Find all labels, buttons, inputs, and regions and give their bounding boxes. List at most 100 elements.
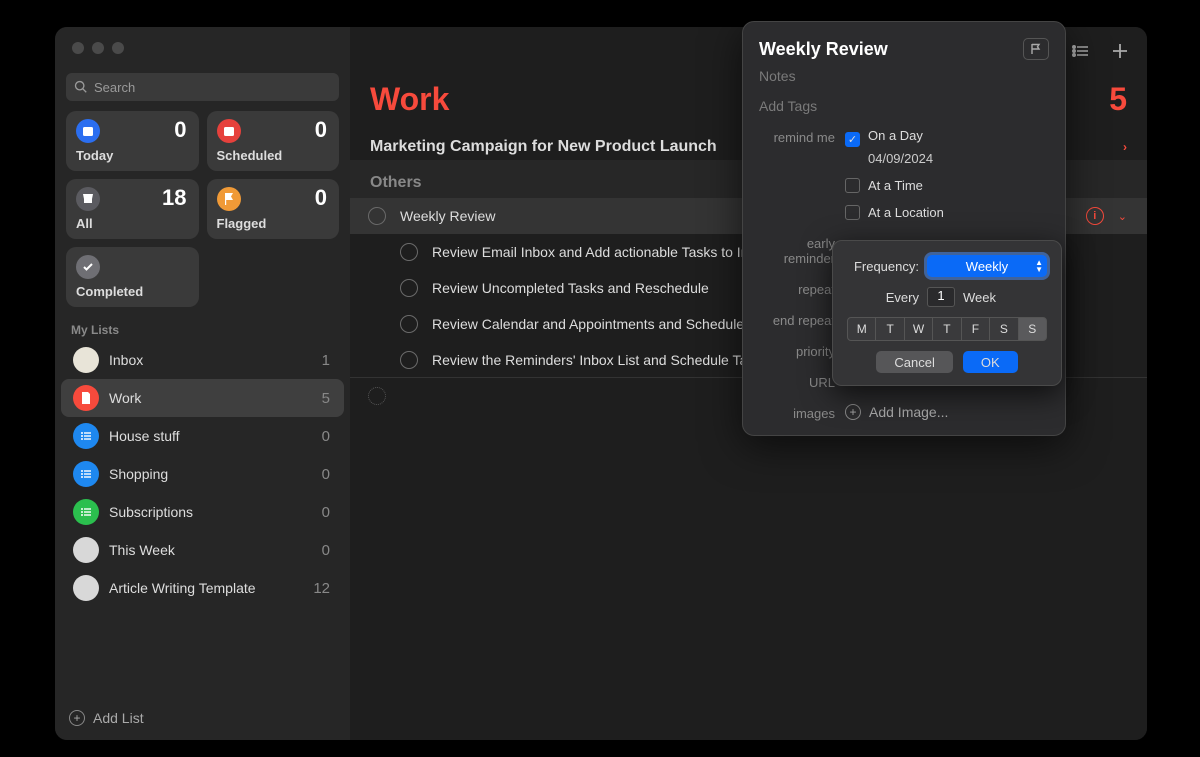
smart-list-today[interactable]: 0 Today: [66, 111, 199, 171]
task-checkbox[interactable]: [400, 243, 418, 261]
day-fri[interactable]: F: [961, 317, 990, 341]
close-window-button[interactable]: [72, 42, 84, 54]
at-a-time-label: At a Time: [868, 178, 923, 193]
today-count: 0: [174, 117, 186, 143]
add-reminder-button[interactable]: [1111, 42, 1129, 60]
list-label: This Week: [109, 542, 175, 558]
list-label: Subscriptions: [109, 504, 193, 520]
chevron-down-icon[interactable]: ⌄: [1118, 210, 1127, 223]
list-count: 0: [322, 428, 330, 445]
date-field[interactable]: 04/09/2024: [845, 147, 1049, 166]
list-count: 0: [322, 466, 330, 483]
list-label: Inbox: [109, 352, 143, 368]
remind-me-label: remind me: [759, 128, 845, 145]
list-count: 12: [313, 580, 330, 597]
frequency-popover: Frequency: Weekly ▲▼ Every 1 Week M T W …: [832, 240, 1062, 386]
at-a-location-label: At a Location: [868, 205, 944, 220]
task-checkbox[interactable]: [400, 351, 418, 369]
flag-icon: [217, 187, 241, 211]
task-checkbox[interactable]: [368, 207, 386, 225]
plus-icon: +: [845, 404, 861, 420]
day-wed[interactable]: W: [904, 317, 933, 341]
ok-button[interactable]: OK: [963, 351, 1018, 373]
task-title: Review the Reminders' Inbox List and Sch…: [432, 352, 768, 368]
view-options-button[interactable]: [1071, 42, 1089, 60]
every-label: Every: [847, 290, 919, 305]
day-mon[interactable]: M: [847, 317, 876, 341]
list-count: 5: [322, 390, 330, 407]
notes-field[interactable]: Notes: [759, 60, 1049, 84]
task-title: Review Calendar and Appointments and Sch…: [432, 316, 784, 332]
add-list-label: Add List: [93, 710, 144, 726]
list-title: Work: [370, 81, 449, 118]
new-task-icon: [368, 387, 386, 405]
list-bullet-icon: [73, 461, 99, 487]
minimize-window-button[interactable]: [92, 42, 104, 54]
every-input[interactable]: 1: [927, 287, 955, 307]
list-item-subscriptions[interactable]: Subscriptions 0: [61, 493, 344, 531]
list-item-work[interactable]: Work 5: [61, 379, 344, 417]
chevron-right-icon: ›: [1123, 140, 1127, 154]
flagged-count: 0: [315, 185, 327, 211]
list-item-inbox[interactable]: Inbox 1: [61, 341, 344, 379]
list-item-this-week[interactable]: This Week 0: [61, 531, 344, 569]
info-icon[interactable]: i: [1086, 207, 1104, 225]
list-label: Shopping: [109, 466, 168, 482]
day-tue[interactable]: T: [875, 317, 904, 341]
tags-field[interactable]: Add Tags: [759, 84, 1049, 114]
frequency-value: Weekly: [966, 259, 1008, 274]
list-count: 0: [322, 504, 330, 521]
list-bullet-icon: [73, 499, 99, 525]
tray-icon: [76, 187, 100, 211]
list-label: Article Writing Template: [109, 580, 256, 596]
task-checkbox[interactable]: [400, 279, 418, 297]
smart-lists: 0 Today 0 Scheduled 18 All 0 Flagged Com…: [55, 111, 350, 315]
add-image-button[interactable]: + Add Image...: [845, 404, 1049, 420]
task-title: Weekly Review: [400, 208, 495, 224]
updown-icon: ▲▼: [1035, 259, 1043, 273]
search-input[interactable]: Search: [66, 73, 339, 101]
at-a-location-checkbox[interactable]: [845, 205, 860, 220]
flag-button[interactable]: [1023, 38, 1049, 60]
list-item-shopping[interactable]: Shopping 0: [61, 455, 344, 493]
list-count: 0: [322, 542, 330, 559]
list-count: 1: [322, 352, 330, 369]
day-sat[interactable]: S: [989, 317, 1018, 341]
list-label: Work: [109, 390, 141, 406]
task-title: Review Email Inbox and Add actionable Ta…: [432, 244, 771, 260]
section-title: Marketing Campaign for New Product Launc…: [370, 138, 717, 156]
cancel-button[interactable]: Cancel: [876, 351, 952, 373]
fullscreen-window-button[interactable]: [112, 42, 124, 54]
all-label: All: [76, 216, 93, 231]
smart-list-icon: [73, 537, 99, 563]
detail-title[interactable]: Weekly Review: [759, 39, 888, 60]
task-checkbox[interactable]: [400, 315, 418, 333]
day-sun[interactable]: S: [1018, 317, 1047, 341]
weekday-picker: M T W T F S S: [847, 317, 1047, 341]
list-item-article-template[interactable]: Article Writing Template 12: [61, 569, 344, 607]
frequency-select[interactable]: Weekly ▲▼: [927, 255, 1047, 277]
checkmark-icon: [76, 255, 100, 279]
add-image-label: Add Image...: [869, 404, 948, 420]
on-a-day-label: On a Day: [868, 128, 923, 143]
at-a-time-checkbox[interactable]: [845, 178, 860, 193]
smart-list-completed[interactable]: Completed: [66, 247, 199, 307]
on-a-day-checkbox[interactable]: ✓: [845, 132, 860, 147]
add-list-button[interactable]: + Add List: [55, 700, 350, 740]
smart-list-all[interactable]: 18 All: [66, 179, 199, 239]
day-thu[interactable]: T: [932, 317, 961, 341]
inbox-list-icon: [73, 347, 99, 373]
sidebar: Search 0 Today 0 Scheduled 18 All 0 Flag: [55, 27, 350, 740]
list-item-house[interactable]: House stuff 0: [61, 417, 344, 455]
task-title: Review Uncompleted Tasks and Reschedule: [432, 280, 709, 296]
flagged-label: Flagged: [217, 216, 267, 231]
smart-list-flagged[interactable]: 0 Flagged: [207, 179, 340, 239]
frequency-label: Frequency:: [847, 259, 919, 274]
unit-label: Week: [963, 290, 996, 305]
window-controls: [55, 27, 350, 63]
search-placeholder: Search: [94, 80, 135, 95]
work-list-icon: [73, 385, 99, 411]
completed-label: Completed: [76, 284, 143, 299]
smart-list-scheduled[interactable]: 0 Scheduled: [207, 111, 340, 171]
search-icon: [74, 80, 88, 94]
